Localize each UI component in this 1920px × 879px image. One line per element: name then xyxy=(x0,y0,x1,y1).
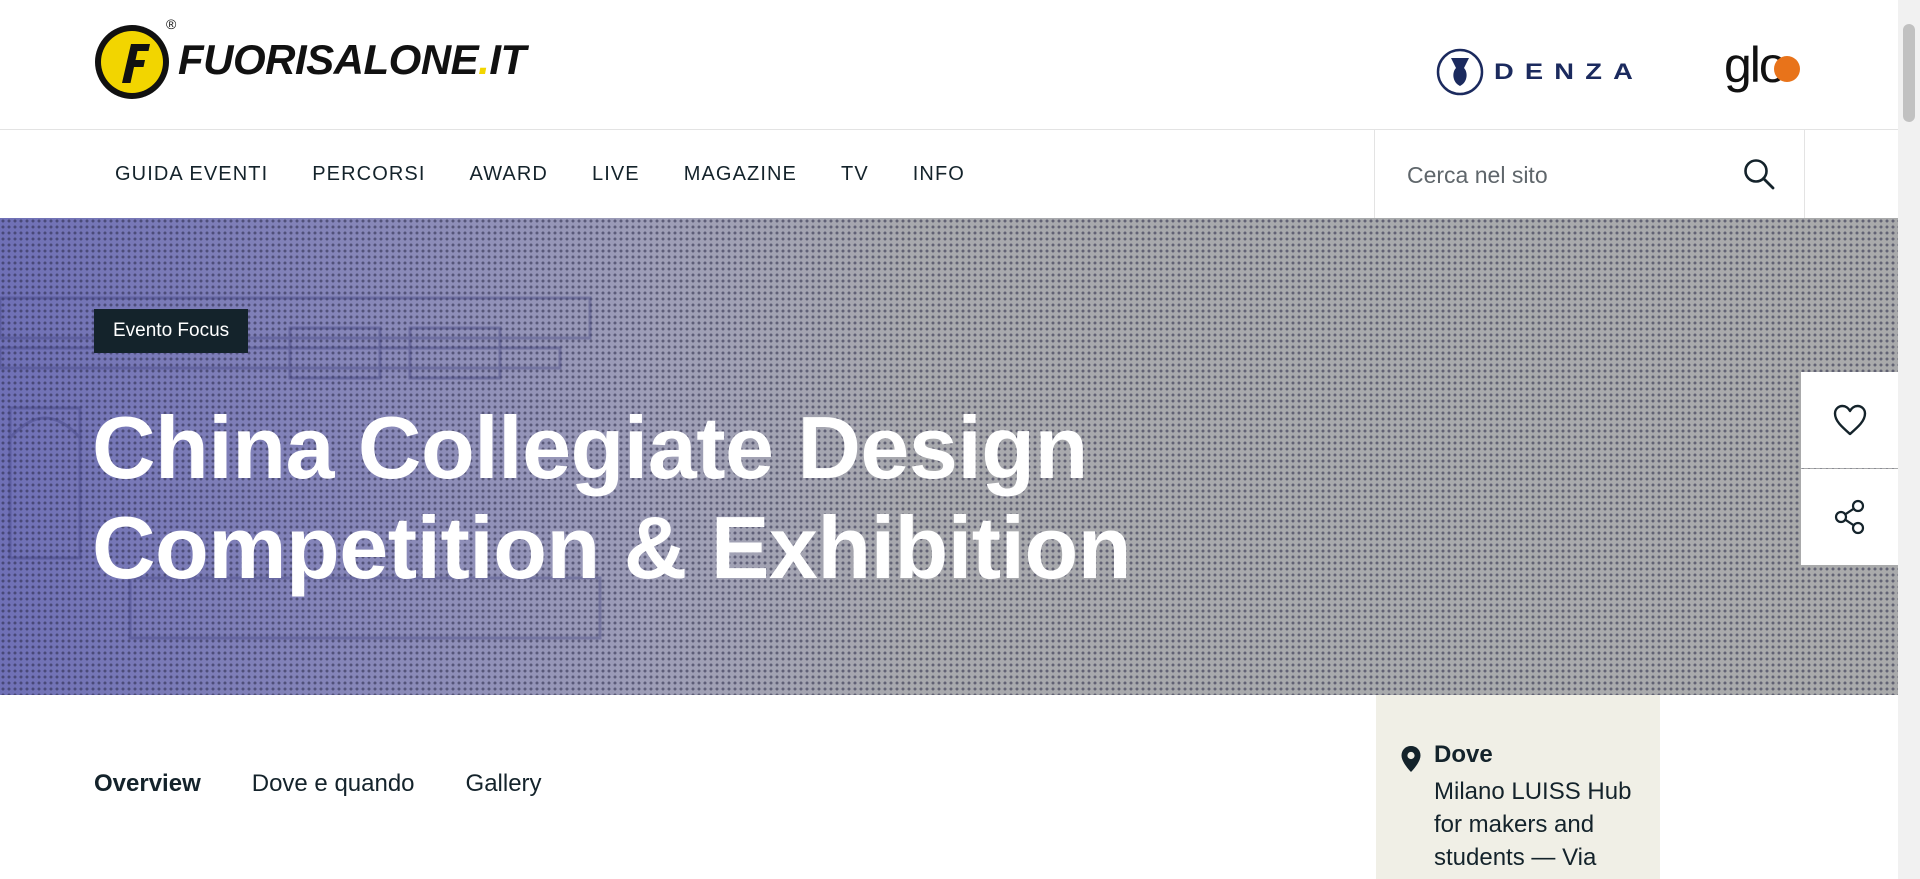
scrollbar-thumb[interactable] xyxy=(1903,24,1915,122)
search-box xyxy=(1374,130,1805,218)
event-title-line-2: Competition & Exhibition xyxy=(92,498,1132,597)
glo-logo-icon: glo xyxy=(1724,37,1800,93)
nav-item-magazine[interactable]: MAGAZINE xyxy=(662,163,819,186)
sponsor-denza[interactable]: DENZA xyxy=(1434,46,1654,98)
sponsor-glo[interactable]: glo xyxy=(1724,37,1804,96)
nav-item-percorsi[interactable]: PERCORSI xyxy=(290,163,447,186)
nav-item-award[interactable]: AWARD xyxy=(448,163,570,186)
fuorisalone-logo-icon: ® xyxy=(92,16,176,100)
tab-gallery[interactable]: Gallery xyxy=(466,770,542,798)
location-card: Dove Milano LUISS Hub for makers and stu… xyxy=(1376,695,1660,879)
nav-item-info[interactable]: INFO xyxy=(891,163,987,186)
denza-logo-icon: DENZA xyxy=(1436,48,1644,96)
location-address: Milano LUISS Hub for makers and students… xyxy=(1434,778,1632,871)
search-input[interactable] xyxy=(1405,156,1739,194)
share-icon xyxy=(1834,499,1864,535)
logo-text-main: FUORISALONE xyxy=(178,36,479,83)
location-title: Dove xyxy=(1434,741,1493,768)
search-icon[interactable] xyxy=(1741,156,1777,192)
main-navbar: GUIDA EVENTI PERCORSI AWARD LIVE MAGAZIN… xyxy=(0,130,1898,218)
tab-dove-e-quando[interactable]: Dove e quando xyxy=(252,770,415,798)
sponsor-denza-label: DENZA xyxy=(1494,59,1644,84)
logo-text-tld: IT xyxy=(489,36,526,83)
page-scrollbar[interactable] xyxy=(1898,0,1920,879)
map-pin-icon xyxy=(1401,746,1421,772)
top-header: ® FUORISALONE.IT DENZA glo xyxy=(0,0,1898,130)
registered-mark: ® xyxy=(166,16,177,32)
tab-overview[interactable]: Overview xyxy=(94,770,201,798)
logo-wordmark: FUORISALONE.IT xyxy=(178,36,526,84)
main-nav: GUIDA EVENTI PERCORSI AWARD LIVE MAGAZIN… xyxy=(93,130,987,218)
event-focus-badge: Evento Focus xyxy=(94,309,249,353)
hero-banner: Evento Focus China Collegiate Design Com… xyxy=(0,218,1898,695)
heart-icon xyxy=(1833,404,1866,436)
logo-text-dot: . xyxy=(478,36,490,83)
favorite-button[interactable] xyxy=(1801,372,1898,468)
nav-item-guida-eventi[interactable]: GUIDA EVENTI xyxy=(93,163,290,186)
event-tabs: Overview Dove e quando Gallery xyxy=(94,770,593,798)
fuorisalone-logo[interactable]: ® FUORISALONE.IT xyxy=(92,16,526,102)
share-button[interactable] xyxy=(1801,469,1898,565)
event-title-line-1: China Collegiate Design xyxy=(92,398,1088,497)
nav-item-live[interactable]: LIVE xyxy=(570,163,662,186)
event-title: China Collegiate Design Competition & Ex… xyxy=(92,398,1292,598)
nav-item-tv[interactable]: TV xyxy=(819,163,891,186)
